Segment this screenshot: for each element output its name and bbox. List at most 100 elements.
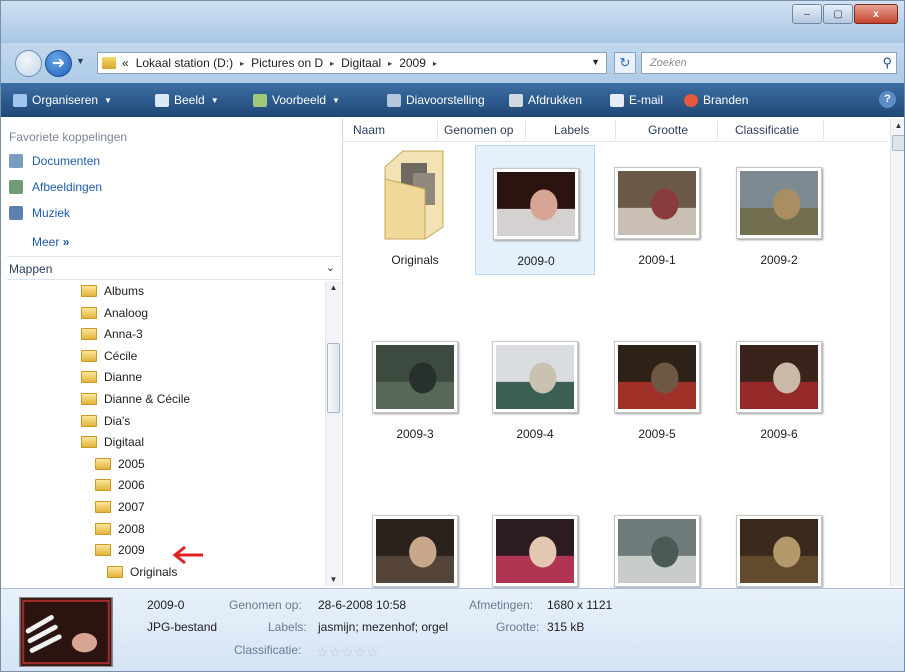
red-arrow-annotation: [172, 545, 203, 565]
folder-icon: [81, 306, 97, 319]
search-icon[interactable]: ⚲: [882, 55, 892, 71]
photo-tile[interactable]: 2009-2: [719, 145, 839, 275]
folder-icon: [81, 285, 97, 297]
view-label: Beeld: [174, 93, 205, 107]
star-icon[interactable]: ☆: [341, 644, 354, 660]
star-icon[interactable]: ☆: [316, 644, 329, 660]
fav-music[interactable]: Muziek: [9, 206, 70, 220]
folder-label: 2009: [118, 543, 145, 558]
folder-tree-item[interactable]: Dia's: [81, 414, 130, 428]
breadcrumb-overflow[interactable]: «: [122, 56, 129, 70]
navigation-pane: Favoriete koppelingen Documenten Afbeeld…: [7, 119, 343, 586]
breadcrumb-separator[interactable]: ▸: [330, 59, 334, 68]
folder-tree-item[interactable]: Dianne & Cécile: [81, 392, 190, 406]
pictures-icon: [9, 180, 23, 194]
breadcrumb-item[interactable]: Pictures on D: [251, 56, 323, 70]
email-button[interactable]: E-mail: [610, 92, 663, 108]
organize-button[interactable]: Organiseren ▼: [13, 92, 112, 108]
burn-button[interactable]: Branden: [684, 92, 748, 108]
tree-scrollbar[interactable]: ▲ ▼: [325, 281, 341, 586]
breadcrumb-item[interactable]: 2009: [399, 56, 426, 70]
breadcrumb-item[interactable]: Digitaal: [341, 56, 381, 70]
folder-tree-item[interactable]: Cécile: [81, 349, 137, 363]
folder-tile[interactable]: Originals: [355, 145, 475, 275]
search-input[interactable]: Zoeken ⚲: [641, 52, 897, 74]
column-date-taken[interactable]: Genomen op: [444, 123, 513, 137]
photo-tile[interactable]: 2009-6: [719, 319, 839, 449]
photo-tile[interactable]: 2009-0: [475, 145, 595, 275]
folder-label: 2008: [118, 521, 145, 536]
breadcrumb-separator[interactable]: ▸: [388, 59, 392, 68]
star-icon[interactable]: ☆: [329, 644, 342, 660]
folders-title: Mappen: [9, 262, 53, 276]
photo-tile[interactable]: 2009-5: [597, 319, 717, 449]
explorer-window: – ▢ x ➜ ▼ « Lokaal station (D:) ▸ Pictur…: [0, 0, 905, 672]
photo-tile[interactable]: 2009-3: [355, 319, 475, 449]
photo-thumbnail: [372, 341, 458, 413]
file-name-label: 2009-1: [638, 253, 676, 267]
fav-pictures[interactable]: Afbeeldingen: [9, 180, 102, 194]
column-size[interactable]: Grootte: [648, 123, 688, 137]
close-button[interactable]: x: [854, 4, 898, 24]
folder-icon: [102, 57, 116, 69]
folder-tree-item[interactable]: 2006: [95, 478, 145, 492]
folder-tree-item[interactable]: Digitaal: [81, 435, 144, 449]
maximize-button[interactable]: ▢: [823, 4, 853, 24]
folder-icon: [95, 544, 111, 557]
folder-tree-item[interactable]: Originals: [107, 565, 177, 579]
print-button[interactable]: Afdrukken: [509, 92, 582, 108]
folder-tree-item[interactable]: 2008: [95, 522, 145, 536]
folder-tree-item[interactable]: Anna-3: [81, 327, 143, 341]
photo-thumbnail: [736, 167, 822, 239]
folders-header[interactable]: Mappen ⌄: [7, 256, 341, 280]
photo-tile[interactable]: 2009-4: [475, 319, 595, 449]
folder-tree-item[interactable]: Dianne: [81, 370, 142, 384]
view-button[interactable]: Beeld ▼: [155, 92, 219, 108]
recent-pages-dropdown[interactable]: ▼: [76, 56, 85, 66]
folder-tree-item[interactable]: Albums: [81, 284, 144, 298]
detail-dimensions-label: Afmetingen:: [469, 598, 534, 612]
scroll-up-icon[interactable]: ▲: [891, 121, 904, 130]
detail-taken-value[interactable]: 28-6-2008 10:58: [318, 598, 406, 612]
scroll-up-icon[interactable]: ▲: [326, 283, 341, 292]
scroll-thumb[interactable]: [327, 343, 340, 413]
folder-tree-item[interactable]: Analoog: [81, 306, 148, 320]
email-label: E-mail: [629, 93, 664, 107]
folder-icon: [107, 565, 123, 578]
folder-tree-item[interactable]: 2007: [95, 500, 145, 514]
star-icon[interactable]: ☆: [354, 644, 367, 660]
folder-label: Anna-3: [104, 327, 143, 342]
folder-icon: [95, 479, 111, 492]
star-icon[interactable]: ☆: [366, 644, 379, 660]
folder-tree-item[interactable]: 2005: [95, 457, 145, 471]
detail-labels-value[interactable]: jasmijn; mezenhof; orgel: [318, 620, 448, 634]
content-scrollbar[interactable]: ▲: [890, 119, 904, 586]
fav-documents[interactable]: Documenten: [9, 154, 100, 168]
folder-icon: [95, 501, 111, 513]
help-icon[interactable]: ?: [879, 91, 896, 108]
scroll-thumb[interactable]: [892, 135, 904, 151]
column-labels[interactable]: Labels: [554, 123, 589, 137]
photo-tile[interactable]: 2009-1: [597, 145, 717, 275]
column-name[interactable]: Naam: [353, 123, 385, 137]
back-button[interactable]: [15, 50, 42, 77]
folder-label: Digitaal: [104, 435, 145, 450]
breadcrumb-item[interactable]: Lokaal station (D:): [136, 56, 233, 70]
breadcrumb-separator[interactable]: ▸: [433, 59, 437, 68]
detail-filetype: JPG-bestand: [147, 620, 218, 634]
preview-button[interactable]: Voorbeeld ▼: [253, 92, 340, 108]
breadcrumb-separator[interactable]: ▸: [240, 59, 244, 68]
address-dropdown[interactable]: ▼: [591, 57, 600, 67]
rating-stars[interactable]: ☆☆☆☆☆: [316, 644, 379, 661]
column-rating[interactable]: Classificatie: [735, 123, 799, 137]
refresh-button[interactable]: ↻: [614, 52, 636, 74]
minimize-button[interactable]: –: [792, 4, 822, 24]
address-bar[interactable]: « Lokaal station (D:) ▸ Pictures on D ▸ …: [97, 52, 607, 74]
forward-button[interactable]: ➜: [45, 50, 72, 77]
slideshow-button[interactable]: Diavoorstelling: [387, 92, 485, 108]
window-controls: – ▢ x: [791, 4, 898, 24]
folder-tree-item[interactable]: 2009: [95, 543, 145, 557]
more-link[interactable]: Meer »: [32, 235, 69, 249]
folder-label: Dia's: [104, 413, 131, 428]
scroll-down-icon[interactable]: ▼: [326, 575, 341, 584]
